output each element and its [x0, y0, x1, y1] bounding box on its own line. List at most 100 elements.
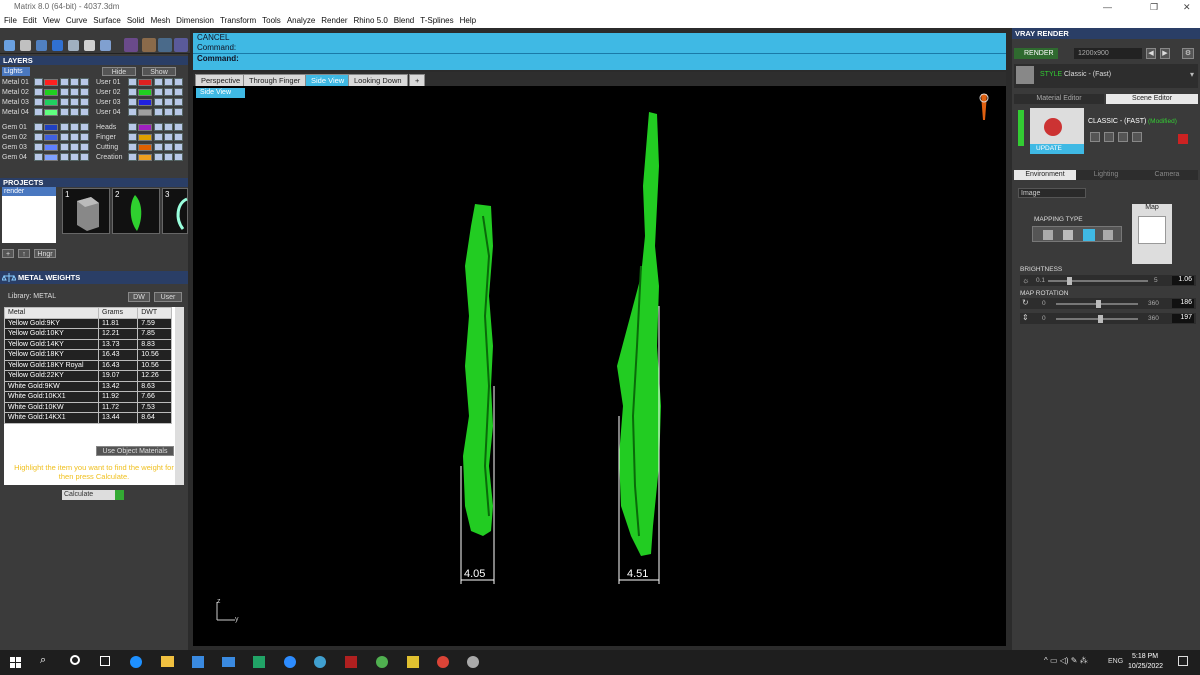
column-header[interactable]: DWT [137, 307, 172, 319]
visibility-icon[interactable] [128, 98, 137, 106]
menu-item[interactable]: Dimension [176, 16, 214, 25]
layer-color-swatch[interactable] [138, 109, 152, 116]
visibility-icon[interactable] [128, 143, 137, 151]
layer-color-swatch[interactable] [44, 154, 58, 161]
tab-lighting[interactable]: Lighting [1076, 170, 1136, 180]
notification-icon[interactable] [1178, 656, 1188, 666]
render-button[interactable]: RENDER [1014, 48, 1058, 59]
lock-icon[interactable] [154, 78, 163, 86]
lock-icon[interactable] [70, 98, 79, 106]
app-icon[interactable] [407, 656, 419, 668]
visibility-icon[interactable] [128, 123, 137, 131]
app-icon[interactable] [314, 656, 326, 668]
lock-icon[interactable] [60, 88, 69, 96]
layer-row[interactable]: Gem 02 [0, 133, 92, 142]
layer-row[interactable]: Heads [94, 123, 186, 132]
table-row[interactable]: White Gold:10KX1 11.92 7.66 [4, 391, 172, 403]
table-row[interactable]: White Gold:14KX1 13.44 8.64 [4, 412, 172, 424]
layer-row[interactable]: User 04 [94, 108, 186, 117]
lock-icon[interactable] [174, 78, 183, 86]
resolution-field[interactable]: 1200x900 [1074, 48, 1142, 59]
menu-item[interactable]: Solid [127, 16, 145, 25]
cylindrical-icon[interactable] [1083, 229, 1095, 241]
lock-icon[interactable] [70, 78, 79, 86]
project-thumb-3[interactable]: 3 [162, 188, 188, 234]
layer-color-swatch[interactable] [44, 144, 58, 151]
tab-scene-editor[interactable]: Scene Editor [1106, 94, 1198, 104]
lock-icon[interactable] [80, 153, 89, 161]
lock-icon[interactable] [70, 88, 79, 96]
lock-icon[interactable] [154, 98, 163, 106]
layer-color-swatch[interactable] [138, 79, 152, 86]
use-object-materials-button[interactable]: Use Object Materials [96, 446, 174, 456]
menu-item[interactable]: Rhino 5.0 [354, 16, 388, 25]
box-icon[interactable] [1063, 230, 1073, 240]
lock-icon[interactable] [80, 108, 89, 116]
tool-icon[interactable] [174, 38, 188, 52]
search-icon[interactable]: ⌕ [40, 654, 46, 667]
layer-color-swatch[interactable] [138, 89, 152, 96]
lock-icon[interactable] [164, 133, 173, 141]
planar-icon[interactable] [1043, 230, 1053, 240]
visibility-icon[interactable] [34, 98, 43, 106]
lock-icon[interactable] [80, 78, 89, 86]
add-tab-button[interactable]: + [409, 74, 426, 86]
menu-item[interactable]: Help [460, 16, 476, 25]
layer-color-swatch[interactable] [138, 134, 152, 141]
visibility-icon[interactable] [128, 133, 137, 141]
copy-icon[interactable] [1118, 132, 1128, 142]
menu-item[interactable]: View [43, 16, 60, 25]
tool-icon[interactable] [36, 40, 47, 51]
close-button[interactable]: ✕ [1183, 0, 1191, 14]
rotation-value-2[interactable]: 197 [1172, 314, 1194, 323]
layer-row[interactable]: Gem 01 [0, 123, 92, 132]
slider-thumb[interactable] [1096, 300, 1102, 308]
dw-button[interactable]: DW [128, 292, 150, 302]
user-button[interactable]: User [154, 292, 182, 302]
project-thumb-1[interactable]: 1 [62, 188, 110, 234]
visibility-icon[interactable] [34, 108, 43, 116]
lock-icon[interactable] [154, 153, 163, 161]
lock-icon[interactable] [154, 88, 163, 96]
tool-icon[interactable] [158, 38, 172, 52]
layer-color-swatch[interactable] [44, 79, 58, 86]
file-explorer-icon[interactable] [161, 656, 174, 667]
table-row[interactable]: Yellow Gold:18KY 16.43 10.56 [4, 349, 172, 361]
tool-icon[interactable] [4, 40, 15, 51]
layer-color-swatch[interactable] [138, 99, 152, 106]
visibility-icon[interactable] [128, 78, 137, 86]
tab-material-editor[interactable]: Material Editor [1014, 94, 1104, 104]
lock-icon[interactable] [60, 153, 69, 161]
lock-icon[interactable] [60, 108, 69, 116]
menu-item[interactable]: Edit [23, 16, 37, 25]
lock-icon[interactable] [164, 153, 173, 161]
menu-item[interactable]: Surface [93, 16, 121, 25]
table-row[interactable]: Yellow Gold:14KY 13.73 8.83 [4, 338, 172, 350]
hinge-button[interactable]: Hngr [34, 249, 56, 258]
lock-icon[interactable] [174, 133, 183, 141]
next-icon[interactable]: ▶ [1160, 48, 1170, 59]
lock-icon[interactable] [80, 143, 89, 151]
brightness-value[interactable]: 1.06 [1172, 276, 1194, 285]
lock-icon[interactable] [174, 88, 183, 96]
lock-icon[interactable] [70, 143, 79, 151]
show-button[interactable]: Show [142, 67, 176, 76]
up-project-button[interactable]: ↑ [18, 249, 30, 258]
project-item[interactable]: render [2, 187, 56, 196]
table-scrollbar[interactable] [175, 307, 184, 485]
visibility-icon[interactable] [34, 143, 43, 151]
lock-icon[interactable] [164, 108, 173, 116]
tool-icon[interactable] [124, 38, 138, 52]
prev-icon[interactable]: ◀ [1146, 48, 1156, 59]
layer-color-swatch[interactable] [44, 89, 58, 96]
chrome-icon[interactable] [437, 656, 449, 668]
table-row[interactable]: Yellow Gold:18KY Royal 16.43 10.56 [4, 359, 172, 371]
visibility-icon[interactable] [34, 78, 43, 86]
clock-date[interactable]: 10/25/2022 [1128, 663, 1163, 670]
menu-item[interactable]: Transform [220, 16, 256, 25]
mail-icon[interactable] [222, 657, 235, 667]
store-icon[interactable] [192, 656, 204, 668]
layer-row[interactable]: Metal 01 [0, 78, 92, 87]
column-header[interactable]: Metal [4, 307, 99, 319]
project-thumb-2[interactable]: 2 [112, 188, 160, 234]
